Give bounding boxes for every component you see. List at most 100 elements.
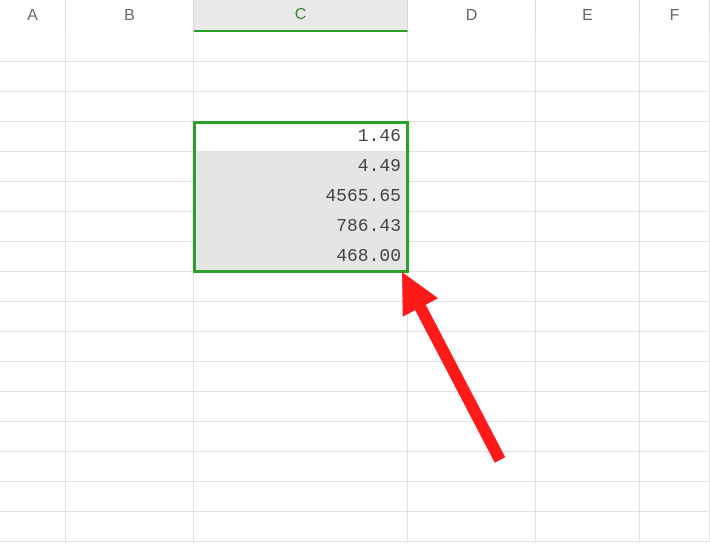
cell-c7[interactable]: 786.43	[194, 212, 408, 242]
cell-b9[interactable]	[66, 272, 194, 302]
cell-b13[interactable]	[66, 392, 194, 422]
cell-a4[interactable]	[0, 122, 66, 152]
cell-d4[interactable]	[408, 122, 536, 152]
cell-c17[interactable]	[194, 512, 408, 542]
cell-c9[interactable]	[194, 272, 408, 302]
cell-a5[interactable]	[0, 152, 66, 182]
cell-a7[interactable]	[0, 212, 66, 242]
cell-a11[interactable]	[0, 332, 66, 362]
cell-c15[interactable]	[194, 452, 408, 482]
cell-e5[interactable]	[536, 152, 640, 182]
cell-d14[interactable]	[408, 422, 536, 452]
col-header-d[interactable]: D	[408, 0, 536, 32]
cell-c3[interactable]	[194, 92, 408, 122]
cell-c14[interactable]	[194, 422, 408, 452]
cell-a2[interactable]	[0, 62, 66, 92]
cell-e7[interactable]	[536, 212, 640, 242]
cell-f16[interactable]	[640, 482, 710, 512]
cell-f9[interactable]	[640, 272, 710, 302]
cell-a8[interactable]	[0, 242, 66, 272]
cell-a6[interactable]	[0, 182, 66, 212]
cell-f2[interactable]	[640, 62, 710, 92]
cell-c13[interactable]	[194, 392, 408, 422]
cell-e2[interactable]	[536, 62, 640, 92]
cell-e16[interactable]	[536, 482, 640, 512]
cell-e4[interactable]	[536, 122, 640, 152]
cell-f3[interactable]	[640, 92, 710, 122]
cell-f5[interactable]	[640, 152, 710, 182]
cell-d6[interactable]	[408, 182, 536, 212]
cell-e3[interactable]	[536, 92, 640, 122]
cell-a12[interactable]	[0, 362, 66, 392]
cell-d9[interactable]	[408, 272, 536, 302]
cell-d11[interactable]	[408, 332, 536, 362]
cell-e15[interactable]	[536, 452, 640, 482]
cell-a10[interactable]	[0, 302, 66, 332]
cell-b11[interactable]	[66, 332, 194, 362]
cell-f6[interactable]	[640, 182, 710, 212]
cell-e10[interactable]	[536, 302, 640, 332]
cell-d13[interactable]	[408, 392, 536, 422]
cell-f15[interactable]	[640, 452, 710, 482]
cell-e12[interactable]	[536, 362, 640, 392]
cell-b2[interactable]	[66, 62, 194, 92]
cell-b14[interactable]	[66, 422, 194, 452]
cell-b8[interactable]	[66, 242, 194, 272]
cell-b6[interactable]	[66, 182, 194, 212]
col-header-b[interactable]: B	[66, 0, 194, 32]
cell-b1[interactable]	[66, 32, 194, 62]
cell-f11[interactable]	[640, 332, 710, 362]
cell-f12[interactable]	[640, 362, 710, 392]
cell-d8[interactable]	[408, 242, 536, 272]
cell-d3[interactable]	[408, 92, 536, 122]
col-header-f[interactable]: F	[640, 0, 710, 32]
cell-d12[interactable]	[408, 362, 536, 392]
cell-a14[interactable]	[0, 422, 66, 452]
cell-b10[interactable]	[66, 302, 194, 332]
cell-c2[interactable]	[194, 62, 408, 92]
cell-f8[interactable]	[640, 242, 710, 272]
cell-e13[interactable]	[536, 392, 640, 422]
cell-d5[interactable]	[408, 152, 536, 182]
cell-a1[interactable]	[0, 32, 66, 62]
cell-d7[interactable]	[408, 212, 536, 242]
cell-e1[interactable]	[536, 32, 640, 62]
cell-b15[interactable]	[66, 452, 194, 482]
cell-b3[interactable]	[66, 92, 194, 122]
cell-b12[interactable]	[66, 362, 194, 392]
cell-c6[interactable]: 4565.65	[194, 182, 408, 212]
cell-c12[interactable]	[194, 362, 408, 392]
cell-e9[interactable]	[536, 272, 640, 302]
cell-d16[interactable]	[408, 482, 536, 512]
cell-b4[interactable]	[66, 122, 194, 152]
cell-f17[interactable]	[640, 512, 710, 542]
cell-c4[interactable]: 1.46	[194, 122, 408, 152]
cell-a15[interactable]	[0, 452, 66, 482]
cell-b7[interactable]	[66, 212, 194, 242]
cell-e6[interactable]	[536, 182, 640, 212]
cell-d2[interactable]	[408, 62, 536, 92]
cell-e11[interactable]	[536, 332, 640, 362]
cell-f14[interactable]	[640, 422, 710, 452]
cell-c5[interactable]: 4.49	[194, 152, 408, 182]
cell-f10[interactable]	[640, 302, 710, 332]
cell-d15[interactable]	[408, 452, 536, 482]
cell-a9[interactable]	[0, 272, 66, 302]
cell-f4[interactable]	[640, 122, 710, 152]
cell-a16[interactable]	[0, 482, 66, 512]
col-header-e[interactable]: E	[536, 0, 640, 32]
cell-a13[interactable]	[0, 392, 66, 422]
cell-f7[interactable]	[640, 212, 710, 242]
cell-e8[interactable]	[536, 242, 640, 272]
cell-d10[interactable]	[408, 302, 536, 332]
cell-b16[interactable]	[66, 482, 194, 512]
col-header-c[interactable]: C	[194, 0, 408, 32]
cell-c1[interactable]	[194, 32, 408, 62]
cell-e14[interactable]	[536, 422, 640, 452]
cell-c11[interactable]	[194, 332, 408, 362]
cell-a17[interactable]	[0, 512, 66, 542]
cell-f1[interactable]	[640, 32, 710, 62]
cell-e17[interactable]	[536, 512, 640, 542]
cell-f13[interactable]	[640, 392, 710, 422]
cell-c16[interactable]	[194, 482, 408, 512]
